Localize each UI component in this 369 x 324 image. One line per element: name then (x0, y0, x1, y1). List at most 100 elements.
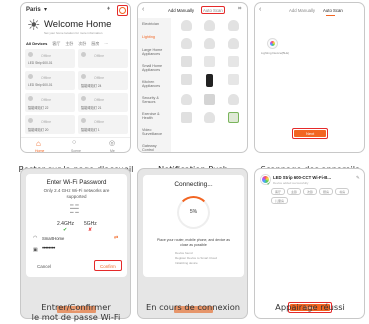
strip-icon[interactable] (181, 112, 193, 123)
device-card[interactable]: Offline 智能球泡灯 24 (78, 71, 128, 90)
category-item[interactable]: Video Surveillance (142, 128, 169, 137)
phone-push-notification-screen: ‹ Add Manually Auto Scan ⌗ Electrician L… (137, 2, 248, 153)
device-name: 智能球泡灯 22 (28, 106, 49, 110)
ssid-field[interactable]: SmartHome (42, 236, 64, 241)
category-item-selected[interactable]: Lighting (142, 35, 155, 39)
wifi-dialog: Enter Wi-Fi Password Only 2.4 GHz Wi-Fi … (26, 174, 127, 277)
device-color-icon (270, 41, 275, 46)
light-strip-icon[interactable] (204, 94, 216, 105)
tab-underline (326, 15, 335, 17)
password-field[interactable]: •••••••• (42, 246, 55, 252)
device-status: Offline (41, 98, 52, 102)
panel-light-icon[interactable] (204, 56, 216, 67)
tab-room[interactable]: 次卧 (78, 41, 86, 47)
room-chip[interactable]: 次卧 (303, 188, 318, 195)
tab-add-manually[interactable]: Add Manually (289, 8, 315, 13)
tab-auto-scan[interactable]: Auto Scan (323, 8, 343, 13)
device-card[interactable]: Offline 智能球泡灯 21 (78, 93, 128, 112)
device-name: 智能球泡灯 21 (81, 106, 102, 110)
device-name: 智能球泡灯 20 (28, 128, 49, 132)
bulb-icon (28, 96, 33, 101)
me-icon[interactable]: ◎ (109, 139, 115, 147)
edit-icon[interactable]: ✎ (356, 175, 360, 181)
tab-more[interactable]: ··· (104, 41, 108, 47)
chevron-down-icon: ▾ (44, 7, 48, 13)
tab-auto-scan[interactable]: Auto Scan (203, 8, 223, 13)
panel-light-icon[interactable] (227, 74, 239, 85)
device-card[interactable]: Offline 智能球泡灯 1 (78, 115, 128, 134)
nav-scene-label: Scene (71, 149, 81, 153)
device-card[interactable]: Offline 智能球泡灯 20 (25, 115, 75, 134)
room-chip[interactable]: 儿童房 (271, 197, 289, 204)
tab-add-manually[interactable]: Add Manually (168, 8, 194, 13)
category-item[interactable]: Large Home Appliances (142, 48, 169, 57)
bulb-icon[interactable] (181, 94, 193, 105)
phone-connecting-screen: Connecting... 5% Place your router, mobi… (137, 168, 248, 319)
dialog-subtitle: Only 2.4 GHz Wi-Fi networks are supporte… (43, 188, 110, 199)
bulb-icon[interactable] (227, 38, 239, 49)
tab-all-devices[interactable]: All Devices (26, 41, 47, 47)
next-button-label: Next (306, 131, 315, 136)
device-name: 智能球泡灯 1 (81, 128, 100, 132)
category-item[interactable]: Electrician (142, 22, 159, 26)
lock-icon: ▣ (33, 247, 38, 253)
dialog-title: Enter Wi-Fi Password (46, 179, 107, 186)
confirm-button[interactable]: Confirm (100, 264, 116, 269)
category-item[interactable]: Small Home Appliances (142, 64, 169, 73)
device-status: Offline (41, 76, 52, 80)
sun-icon: ☀ (27, 17, 41, 34)
step-item: Register Device to Smart Cloud (175, 256, 218, 260)
downlight-icon[interactable] (181, 56, 193, 67)
location-selector[interactable]: Paris (26, 7, 41, 13)
device-card[interactable]: Offline 智能球泡灯 22 (25, 93, 75, 112)
scan-icon[interactable]: ⌗ (238, 6, 241, 13)
room-chip[interactable]: 厨房 (319, 188, 334, 195)
category-item[interactable]: Security & Sensors (142, 96, 169, 105)
cancel-button[interactable]: Cancel (37, 264, 51, 269)
room-chip[interactable]: 主卧 (287, 188, 302, 195)
scene-icon[interactable]: ○ (72, 139, 76, 146)
mic-icon[interactable]: ♦ (107, 6, 110, 12)
device-card[interactable]: Offline LED Strip 600-01 (25, 49, 75, 68)
bulb-icon (28, 118, 33, 123)
device-name: LED Strip 600-CCT Wi-Fi-B... (273, 175, 331, 180)
add-device-icon[interactable] (119, 7, 126, 14)
device-name: LED Strip 600-01 (28, 61, 53, 65)
device-status: Device added successfully (273, 181, 309, 185)
device-status: Offline (41, 120, 52, 124)
category-item[interactable]: Exercise & Health (142, 112, 169, 121)
light-strip-icon[interactable] (206, 74, 214, 87)
bulb-icon (81, 52, 86, 57)
bottom-nav: ⌂ Home ○ Scene ◎ Me (21, 137, 130, 153)
phone-scan-screen: ‹ Add Manually Auto Scan Lighting Device… (254, 2, 365, 153)
back-icon[interactable]: ‹ (142, 6, 144, 13)
swap-icon[interactable]: ⇄ (114, 235, 118, 241)
back-icon[interactable]: ‹ (259, 6, 261, 13)
welcome-subtitle: Set your home location for more informat… (44, 31, 103, 35)
device-card[interactable]: Offline LED Strip 600-01 (25, 71, 75, 90)
room-chip[interactable]: 客厅 (271, 188, 286, 195)
category-item[interactable]: Kitchen Appliances (142, 80, 169, 89)
ceiling-light-icon[interactable] (227, 56, 239, 67)
tab-room[interactable]: 主卧 (65, 41, 73, 47)
bulb-icon[interactable] (204, 112, 216, 123)
bulb-icon[interactable] (204, 20, 216, 31)
device-card[interactable]: Offline (78, 49, 128, 68)
device-name: LED Strip 600-01 (28, 83, 53, 87)
bulb-icon[interactable] (227, 20, 239, 31)
home-icon[interactable]: ⌂ (36, 139, 41, 148)
bulb-icon[interactable] (204, 38, 216, 49)
selected-device-icon[interactable] (227, 112, 239, 123)
bulb-icon[interactable] (227, 94, 239, 105)
room-chip[interactable]: 书房 (335, 188, 350, 195)
wall-light-icon[interactable] (181, 74, 193, 85)
progress-percent: 5% (189, 209, 198, 215)
bulb-icon[interactable] (181, 38, 193, 49)
tab-room[interactable]: 客厅 (52, 41, 60, 47)
bulb-icon[interactable] (181, 20, 193, 31)
category-item[interactable]: Gateway Control (142, 144, 169, 152)
nav-me-label: Me (110, 149, 115, 153)
step-item: Device found (175, 251, 193, 255)
device-status: Offline (94, 98, 105, 102)
tab-room[interactable]: 厨房 (91, 41, 99, 47)
